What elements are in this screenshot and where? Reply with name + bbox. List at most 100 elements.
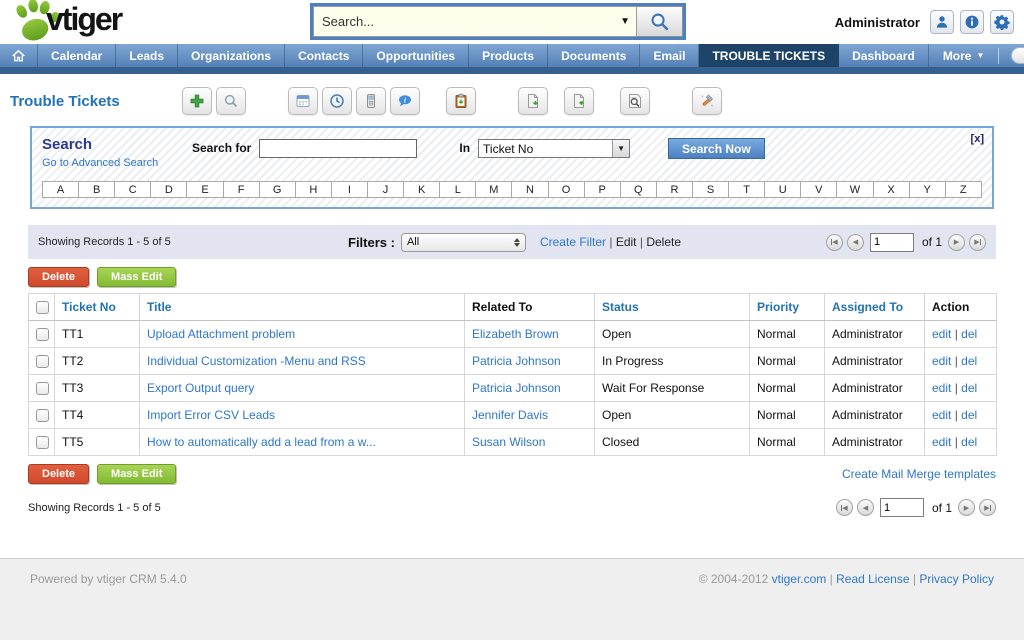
clock-button[interactable] — [322, 87, 352, 115]
module-search-button[interactable] — [216, 87, 246, 115]
col-header-title[interactable]: Title — [140, 294, 465, 321]
edit-link[interactable]: edit — [932, 327, 951, 341]
alpha-link-v[interactable]: V — [801, 181, 837, 198]
find-duplicates-button[interactable] — [620, 87, 650, 115]
prev-page-button[interactable]: ◀ — [857, 499, 874, 516]
related-to-link[interactable]: Elizabeth Brown — [472, 327, 559, 341]
nav-tab-home[interactable] — [0, 44, 38, 67]
edit-link[interactable]: edit — [932, 354, 951, 368]
my-preferences-button[interactable] — [930, 10, 954, 34]
del-link[interactable]: del — [961, 354, 977, 368]
mail-merge-link[interactable]: Create Mail Merge templates — [842, 467, 996, 481]
first-page-button[interactable]: ◀ — [826, 234, 843, 251]
select-all-checkbox[interactable] — [36, 301, 49, 314]
delete-filter-link[interactable]: Delete — [646, 235, 681, 249]
nav-more-menu[interactable]: More ▼ — [929, 49, 999, 63]
calendar-button[interactable] — [288, 87, 318, 115]
last-page-button[interactable]: ▶ — [969, 234, 986, 251]
del-link[interactable]: del — [961, 408, 977, 422]
edit-link[interactable]: edit — [932, 408, 951, 422]
col-header-ticket-no[interactable]: Ticket No — [55, 294, 140, 321]
alpha-link-r[interactable]: R — [657, 181, 693, 198]
alpha-link-x[interactable]: X — [874, 181, 910, 198]
phone-button[interactable] — [356, 87, 386, 115]
create-filter-link[interactable]: Create Filter — [540, 235, 606, 249]
alpha-link-z[interactable]: Z — [946, 181, 982, 198]
add-ticket-button[interactable] — [182, 87, 212, 115]
col-header-priority[interactable]: Priority — [750, 294, 825, 321]
row-checkbox[interactable] — [36, 436, 49, 449]
import-button[interactable] — [518, 87, 548, 115]
alpha-link-p[interactable]: P — [585, 181, 621, 198]
row-checkbox[interactable] — [36, 409, 49, 422]
alpha-link-e[interactable]: E — [187, 181, 223, 198]
alpha-link-h[interactable]: H — [296, 181, 332, 198]
row-checkbox[interactable] — [36, 382, 49, 395]
alpha-link-m[interactable]: M — [476, 181, 512, 198]
delete-button-bottom[interactable]: Delete — [28, 464, 89, 484]
ticket-title-link[interactable]: Import Error CSV Leads — [147, 408, 275, 422]
nav-tab-contacts[interactable]: Contacts — [285, 44, 363, 67]
ticket-title-link[interactable]: Upload Attachment problem — [147, 327, 295, 341]
col-header-status[interactable]: Status — [595, 294, 750, 321]
alpha-link-a[interactable]: A — [42, 181, 79, 198]
alpha-link-t[interactable]: T — [729, 181, 765, 198]
related-to-link[interactable]: Patricia Johnson — [472, 354, 561, 368]
alpha-link-n[interactable]: N — [512, 181, 548, 198]
edit-link[interactable]: edit — [932, 381, 951, 395]
row-checkbox[interactable] — [36, 355, 49, 368]
search-panel-close-link[interactable]: [x] — [971, 133, 984, 145]
chat-button[interactable]: i — [390, 87, 420, 115]
row-checkbox[interactable] — [36, 328, 49, 341]
edit-link[interactable]: edit — [932, 435, 951, 449]
del-link[interactable]: del — [961, 435, 977, 449]
del-link[interactable]: del — [961, 327, 977, 341]
prev-page-button[interactable]: ◀ — [847, 234, 864, 251]
nav-tab-documents[interactable]: Documents — [548, 44, 640, 67]
next-page-button[interactable]: ▶ — [958, 499, 975, 516]
nav-tab-email[interactable]: Email — [640, 44, 699, 67]
tools-button[interactable] — [692, 87, 722, 115]
next-page-button[interactable]: ▶ — [948, 234, 965, 251]
mass-edit-button-bottom[interactable]: Mass Edit — [97, 464, 176, 484]
del-link[interactable]: del — [961, 381, 977, 395]
search-for-input[interactable] — [259, 139, 417, 158]
clipboard-button[interactable] — [446, 87, 476, 115]
first-page-button[interactable]: ◀ — [836, 499, 853, 516]
delete-button[interactable]: Delete — [28, 267, 89, 287]
alpha-link-j[interactable]: J — [368, 181, 404, 198]
alpha-link-k[interactable]: K — [404, 181, 440, 198]
page-number-input[interactable] — [880, 498, 924, 517]
ticket-title-link[interactable]: Individual Customization -Menu and RSS — [147, 354, 366, 368]
col-header-assigned-to[interactable]: Assigned To — [825, 294, 925, 321]
mass-edit-button[interactable]: Mass Edit — [97, 267, 176, 287]
alpha-link-q[interactable]: Q — [621, 181, 657, 198]
alpha-link-o[interactable]: O — [549, 181, 585, 198]
alpha-link-f[interactable]: F — [224, 181, 260, 198]
related-to-link[interactable]: Patricia Johnson — [472, 381, 561, 395]
last-page-button[interactable]: ▶ — [979, 499, 996, 516]
edit-filter-link[interactable]: Edit — [616, 235, 637, 249]
search-now-button[interactable]: Search Now — [668, 138, 765, 159]
search-scope-dropdown-icon[interactable]: ▼ — [620, 16, 630, 27]
related-to-link[interactable]: Jennifer Davis — [472, 408, 548, 422]
nav-tab-products[interactable]: Products — [469, 44, 548, 67]
alpha-link-d[interactable]: D — [151, 181, 187, 198]
global-search-button[interactable] — [637, 6, 683, 37]
nav-tab-leads[interactable]: Leads — [116, 44, 178, 67]
nav-tab-organizations[interactable]: Organizations — [178, 44, 285, 67]
alpha-link-g[interactable]: G — [260, 181, 296, 198]
search-field-select[interactable]: Ticket No ▼ — [478, 139, 630, 158]
alpha-link-s[interactable]: S — [693, 181, 729, 198]
settings-button[interactable] — [990, 10, 1014, 34]
vtiger-com-link[interactable]: vtiger.com — [772, 572, 827, 586]
nav-tab-calendar[interactable]: Calendar — [38, 44, 116, 67]
page-number-input[interactable] — [870, 233, 914, 252]
alpha-link-c[interactable]: C — [115, 181, 151, 198]
ticket-title-link[interactable]: Export Output query — [147, 381, 254, 395]
alpha-link-y[interactable]: Y — [910, 181, 946, 198]
alpha-link-u[interactable]: U — [765, 181, 801, 198]
alpha-link-l[interactable]: L — [440, 181, 476, 198]
quick-create-button[interactable]: Quick Create... — [1011, 47, 1024, 64]
nav-tab-trouble-tickets[interactable]: TROUBLE TICKETS — [699, 44, 839, 67]
